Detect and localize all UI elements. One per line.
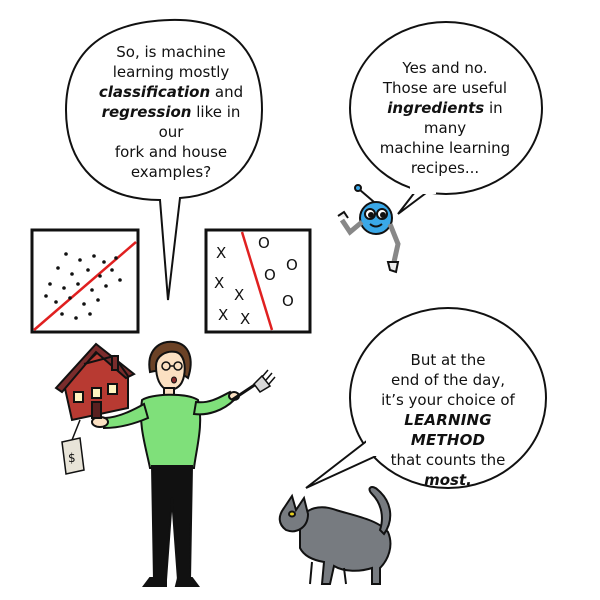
robot-line: recipes...	[410, 159, 480, 177]
o-mark: O	[264, 266, 276, 284]
o-mark: O	[258, 234, 270, 252]
robot-line: Those are useful	[382, 79, 508, 97]
robot-line: machine learning	[379, 139, 511, 157]
speech-text-cat: But at the end of the day, it’s your cho…	[368, 350, 528, 490]
x-mark: X	[214, 274, 224, 292]
comic-panel: X X X X X O O O O $ So, is machine learn…	[0, 0, 600, 600]
cat-line: most.	[368, 470, 528, 490]
question-line: examples?	[130, 163, 212, 181]
scatter-regression-icon	[30, 228, 140, 334]
house-icon	[54, 342, 136, 422]
x-mark: X	[240, 310, 250, 328]
cat-line: But at the	[410, 351, 486, 369]
x-mark: X	[216, 244, 226, 262]
robot-icon	[337, 184, 401, 274]
cat-line: end of the day,	[391, 371, 505, 389]
question-line: fork and house	[114, 143, 228, 161]
o-mark: O	[286, 256, 298, 274]
emphasis-regression: regression	[101, 103, 192, 121]
svg-text:$: $	[68, 451, 76, 465]
cat-icon	[278, 486, 392, 585]
classification-boundary-icon: X X X X X O O O O	[204, 228, 312, 334]
x-mark: X	[234, 286, 244, 304]
cat-line: that counts the	[390, 451, 506, 469]
emphasis-classification: classification	[98, 83, 211, 101]
question-line: classification and	[96, 82, 246, 102]
speech-text-question: So, is machine learning mostly classific…	[96, 42, 246, 182]
question-line-rest: and	[210, 83, 244, 101]
emphasis-ingredients: ingredients	[387, 99, 485, 117]
speech-text-robot: Yes and no. Those are useful ingredients…	[370, 58, 520, 178]
fork-icon	[231, 369, 276, 402]
x-mark: X	[218, 306, 228, 324]
price-tag-icon: $	[61, 419, 85, 475]
o-mark: O	[282, 292, 294, 310]
robot-line: Yes and no.	[402, 59, 488, 77]
emphasis-most: most.	[424, 471, 472, 489]
cat-line: LEARNING METHOD	[368, 410, 528, 450]
question-line: regression like in our	[96, 102, 246, 142]
cat-line: it’s your choice of	[381, 391, 515, 409]
question-line: learning mostly	[112, 63, 230, 81]
robot-line: ingredients in many	[370, 98, 520, 138]
emphasis-learning-method: LEARNING METHOD	[404, 411, 492, 449]
question-line: So, is machine	[116, 43, 226, 61]
